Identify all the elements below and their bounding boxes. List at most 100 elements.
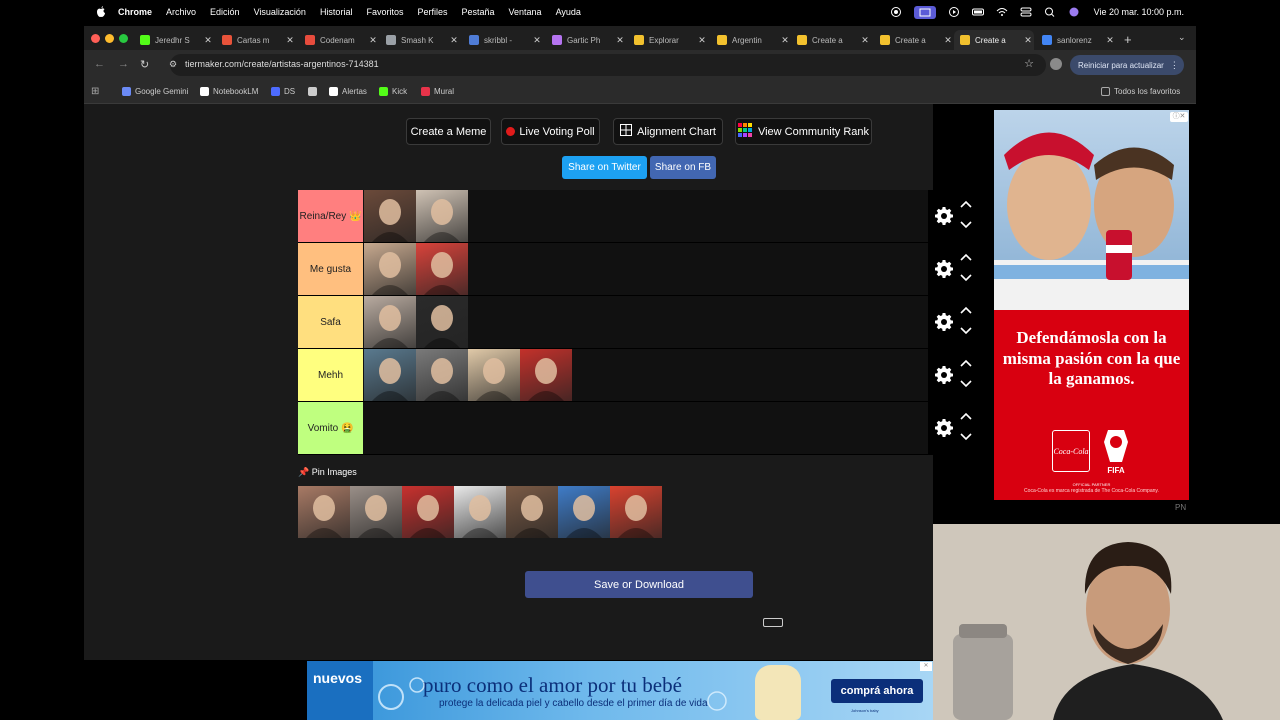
browser-tab[interactable]: skribbl - ✕ [463, 30, 543, 50]
close-window-button[interactable] [91, 34, 100, 43]
close-tab-icon[interactable]: ✕ [531, 35, 543, 46]
forward-arrow-icon[interactable]: → [118, 58, 129, 70]
settings-gear-icon[interactable] [934, 418, 954, 438]
zoom-window-button[interactable] [119, 34, 128, 43]
browser-tab[interactable]: Gartic Ph ✕ [546, 30, 626, 50]
tier-item-image[interactable] [416, 296, 468, 348]
pin-image-item[interactable] [610, 486, 662, 538]
close-tab-icon[interactable]: ✕ [779, 35, 791, 46]
tier-label[interactable]: Safa [298, 296, 363, 348]
move-up-chevron-icon[interactable] [960, 412, 972, 421]
live-poll-button[interactable]: Live Voting Poll [501, 118, 600, 145]
pin-image-item[interactable] [454, 486, 506, 538]
move-up-chevron-icon[interactable] [960, 359, 972, 368]
browser-tab[interactable]: Smash K ✕ [380, 30, 460, 50]
apps-grid-icon[interactable]: ⊞ [91, 86, 99, 97]
menu-ventana[interactable]: Ventana [509, 7, 542, 17]
browser-tab[interactable]: Jeredhr S ✕ [134, 30, 214, 50]
close-tab-icon[interactable]: ✕ [284, 35, 296, 46]
browser-tab[interactable]: sanlorenz ✕ [1036, 30, 1116, 50]
play-icon[interactable] [948, 7, 960, 17]
ad-info-icon[interactable]: ⓘ✕ [1170, 112, 1188, 122]
alignment-chart-button[interactable]: Alignment Chart [613, 118, 723, 145]
save-download-button[interactable]: Save or Download [525, 571, 753, 598]
close-tab-icon[interactable]: ✕ [202, 35, 214, 46]
move-down-chevron-icon[interactable] [960, 273, 972, 282]
wifi-icon[interactable] [996, 7, 1008, 17]
move-up-chevron-icon[interactable] [960, 253, 972, 262]
move-down-chevron-icon[interactable] [960, 379, 972, 388]
siri-icon[interactable] [1068, 7, 1080, 17]
new-tab-button[interactable]: + [1124, 32, 1132, 47]
tier-item-image[interactable] [364, 243, 416, 295]
clock[interactable]: Vie 20 mar. 10:00 p.m. [1094, 7, 1184, 17]
more-menu-icon[interactable]: ⋮ [1170, 60, 1179, 71]
settings-gear-icon[interactable] [934, 365, 954, 385]
relaunch-button[interactable]: Reiniciar para actualizar ⋮ [1070, 55, 1184, 75]
tier-label[interactable]: Reina/Rey 👑 [298, 190, 363, 242]
tier-item-image[interactable] [364, 349, 416, 401]
bookmark-item[interactable]: Kick [379, 87, 407, 96]
all-favorites-folder[interactable]: Todos los favoritos [1101, 87, 1180, 96]
settings-gear-icon[interactable] [934, 259, 954, 279]
coca-cola-ad[interactable]: Defendámosla con la misma pasión con la … [994, 110, 1189, 500]
bookmark-item[interactable]: Mural [421, 87, 454, 96]
browser-tab[interactable]: Create a ✕ [954, 30, 1034, 50]
share-twitter-button[interactable]: Share on Twitter [562, 156, 647, 179]
settings-gear-icon[interactable] [934, 206, 954, 226]
menu-perfiles[interactable]: Perfiles [417, 7, 447, 17]
address-bar[interactable]: ⚙ tiermaker.com/create/artistas-argentin… [169, 54, 1046, 76]
shop-now-button[interactable]: comprá ahora [831, 679, 923, 703]
close-tab-icon[interactable]: ✕ [614, 35, 626, 46]
app-name[interactable]: Chrome [118, 7, 152, 17]
browser-tab[interactable]: Explorar ✕ [628, 30, 708, 50]
tier-item-image[interactable] [416, 190, 468, 242]
move-down-chevron-icon[interactable] [960, 326, 972, 335]
pin-image-item[interactable] [506, 486, 558, 538]
bookmark-item[interactable] [308, 87, 321, 96]
apple-icon[interactable] [96, 6, 106, 18]
tier-item-image[interactable] [520, 349, 572, 401]
menu-ayuda[interactable]: Ayuda [556, 7, 581, 17]
menu-historial[interactable]: Historial [320, 7, 353, 17]
move-up-chevron-icon[interactable] [960, 200, 972, 209]
tier-label[interactable]: Mehh [298, 349, 363, 401]
create-meme-button[interactable]: Create a Meme [406, 118, 491, 145]
tier-label[interactable]: Me gusta [298, 243, 363, 295]
tier-item-image[interactable] [364, 190, 416, 242]
close-tab-icon[interactable]: ✕ [1104, 35, 1116, 46]
pin-image-item[interactable] [558, 486, 610, 538]
community-rank-button[interactable]: View Community Rank [735, 118, 872, 145]
menu-pestana[interactable]: Pestaña [461, 7, 494, 17]
tier-item-image[interactable] [416, 349, 468, 401]
move-down-chevron-icon[interactable] [960, 432, 972, 441]
close-tab-icon[interactable]: ✕ [942, 35, 954, 46]
close-tab-icon[interactable]: ✕ [448, 35, 460, 46]
minimize-window-button[interactable] [105, 34, 114, 43]
reload-icon[interactable]: ↻ [140, 58, 149, 71]
bookmark-star-icon[interactable]: ☆ [1024, 57, 1034, 70]
bookmark-item[interactable]: Alertas [329, 87, 367, 96]
browser-tab[interactable]: Create a ✕ [791, 30, 871, 50]
tier-item-image[interactable] [364, 296, 416, 348]
bookmark-item[interactable]: Google Gemini [122, 87, 188, 96]
share-fb-button[interactable]: Share on FB [650, 156, 716, 179]
control-center-icon[interactable] [1020, 7, 1032, 17]
pin-image-item[interactable] [402, 486, 454, 538]
browser-tab[interactable]: Create a ✕ [874, 30, 954, 50]
close-tab-icon[interactable]: ✕ [1022, 35, 1034, 46]
bookmark-item[interactable]: NotebookLM [200, 87, 258, 96]
menu-archivo[interactable]: Archivo [166, 7, 196, 17]
browser-tab[interactable]: Cartas m ✕ [216, 30, 296, 50]
tier-item-image[interactable] [468, 349, 520, 401]
close-tab-icon[interactable]: ✕ [696, 35, 708, 46]
menu-visualizacion[interactable]: Visualización [254, 7, 306, 17]
move-up-chevron-icon[interactable] [960, 306, 972, 315]
settings-gear-icon[interactable] [934, 312, 954, 332]
battery-icon[interactable] [971, 7, 984, 17]
menu-edicion[interactable]: Edición [210, 7, 240, 17]
tab-search-chevron-icon[interactable]: ⌄ [1178, 32, 1186, 43]
close-tab-icon[interactable]: ✕ [859, 35, 871, 46]
close-tab-icon[interactable]: ✕ [367, 35, 379, 46]
ad-choices-icon[interactable] [763, 618, 783, 627]
